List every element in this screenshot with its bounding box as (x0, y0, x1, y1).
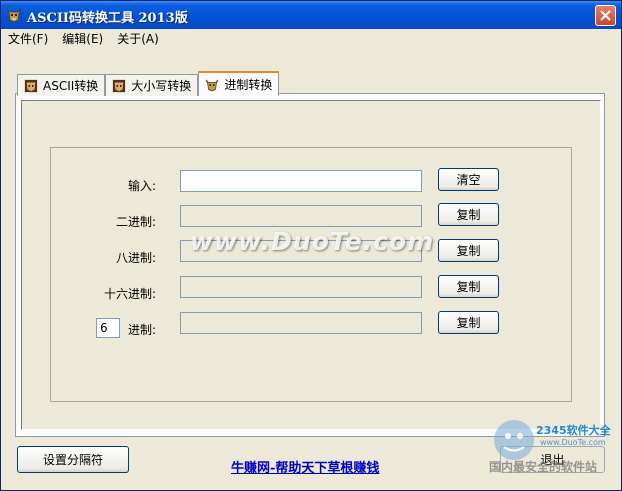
copy-binary-button[interactable]: 复制 (438, 203, 499, 226)
ox-head-icon (205, 79, 219, 92)
copy-custom-base-button[interactable]: 复制 (438, 311, 499, 334)
menu-file[interactable]: 文件(F) (1, 29, 55, 50)
menu-edit[interactable]: 编辑(E) (55, 29, 110, 50)
binary-output-field[interactable] (180, 205, 422, 227)
hex-output-field[interactable] (180, 276, 422, 298)
window-title: ASCII码转换工具 2013版 (27, 11, 188, 26)
input-label: 输入: (127, 179, 156, 193)
tab-base-conversion[interactable]: 进制转换 (198, 71, 280, 96)
menu-about[interactable]: 关于(A) (110, 29, 166, 50)
binary-label: 二进制: (115, 215, 156, 229)
tab-label: 大小写转换 (131, 79, 192, 93)
menu-bar: 文件(F) 编辑(E) 关于(A) (1, 29, 621, 50)
logo-watermark-url: www.DuoTe.com (540, 438, 606, 447)
niuzhuan-link[interactable]: 牛赚网-帮助天下草根赚钱 (231, 457, 379, 476)
logo-watermark-subtitle: 国内最安全的软件站 (489, 460, 598, 474)
custom-base-label: 进制: (127, 323, 156, 337)
custom-base-output-field[interactable] (180, 312, 422, 334)
ox-head-icon (6, 8, 22, 23)
title-bar[interactable]: ASCII码转换工具 2013版 (1, 1, 621, 29)
set-separator-button[interactable]: 设置分隔符 (17, 446, 129, 473)
clear-button[interactable]: 清空 (438, 168, 499, 191)
close-button[interactable] (595, 5, 616, 26)
close-icon (600, 10, 611, 21)
tab-strip: ASCII转换 大小写转换 进制转换 (17, 71, 280, 96)
logo-watermark-title: 2345软件大全 (536, 424, 611, 437)
tab-label: 进制转换 (224, 78, 273, 92)
copy-hex-button[interactable]: 复制 (438, 275, 499, 298)
tab-case[interactable]: 大小写转换 (105, 74, 199, 96)
ox-head-icon (113, 79, 126, 92)
input-field[interactable] (180, 170, 422, 192)
ox-head-icon (24, 79, 38, 92)
tab-ascii[interactable]: ASCII转换 (17, 74, 106, 96)
duote-watermark: www.DuoTe.com (190, 227, 435, 256)
hex-label: 十六进制: (103, 287, 156, 301)
tab-label: ASCII转换 (43, 79, 99, 93)
octal-label: 八进制: (115, 251, 156, 265)
copy-octal-button[interactable]: 复制 (438, 239, 499, 262)
